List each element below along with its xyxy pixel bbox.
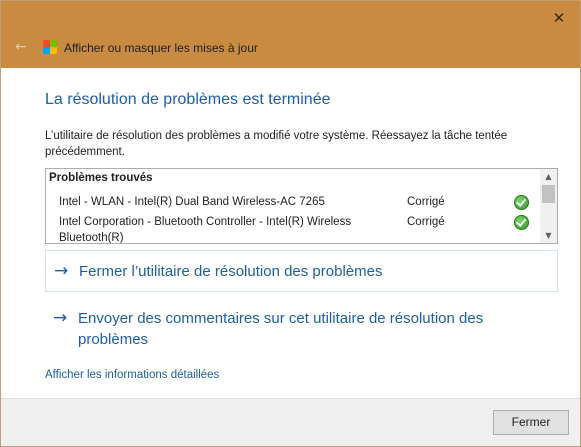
problem-status: Corrigé — [407, 196, 445, 208]
window-title: Afficher ou masquer les mises à jour — [64, 41, 258, 55]
logo-red-square — [43, 40, 50, 47]
scroll-up-icon[interactable]: ▲ — [540, 169, 557, 184]
close-troubleshooter-action[interactable]: → Fermer l’utilitaire de résolution des … — [45, 250, 558, 292]
arrow-right-icon: → — [53, 308, 68, 328]
page-title: La résolution de problèmes est terminée — [45, 91, 331, 108]
scroll-thumb[interactable] — [542, 185, 555, 203]
action-label: Fermer l’utilitaire de résolution des pr… — [79, 263, 383, 280]
description-text: L’utilitaire de résolution des problèmes… — [45, 130, 508, 158]
check-icon — [514, 195, 529, 210]
footer-bar: Fermer — [1, 398, 580, 446]
send-feedback-action[interactable]: → Envoyer des commentaires sur cet utili… — [45, 301, 556, 356]
logo-green-square — [50, 40, 57, 47]
action-label: Envoyer des commentaires sur cet utilita… — [78, 310, 484, 348]
problems-found-header: Problèmes trouvés — [49, 172, 153, 184]
arrow-right-icon: → — [54, 261, 69, 281]
scroll-down-icon[interactable]: ▼ — [540, 228, 557, 243]
windows-logo-icon — [43, 40, 57, 54]
problem-status: Corrigé — [407, 216, 445, 228]
list-item: Intel Corporation - Bluetooth Controller… — [46, 214, 540, 244]
problems-found-list[interactable]: Problèmes trouvés Intel - WLAN - Intel(R… — [45, 168, 558, 244]
problem-name: Intel Corporation - Bluetooth Controller… — [59, 216, 352, 244]
troubleshooter-window: ✕ ← Afficher ou masquer les mises à jour… — [0, 0, 581, 447]
close-button[interactable]: Fermer — [493, 410, 569, 435]
check-icon — [514, 215, 529, 230]
logo-blue-square — [43, 47, 50, 54]
title-bar: ✕ ← Afficher ou masquer les mises à jour — [1, 1, 580, 68]
close-icon[interactable]: ✕ — [552, 11, 566, 26]
back-arrow-icon[interactable]: ← — [13, 39, 29, 55]
logo-yellow-square — [50, 47, 57, 54]
view-detailed-info-link[interactable]: Afficher les informations détaillées — [45, 369, 219, 381]
problem-name: Intel - WLAN - Intel(R) Dual Band Wirele… — [59, 196, 325, 208]
scrollbar[interactable]: ▲ ▼ — [540, 169, 557, 243]
